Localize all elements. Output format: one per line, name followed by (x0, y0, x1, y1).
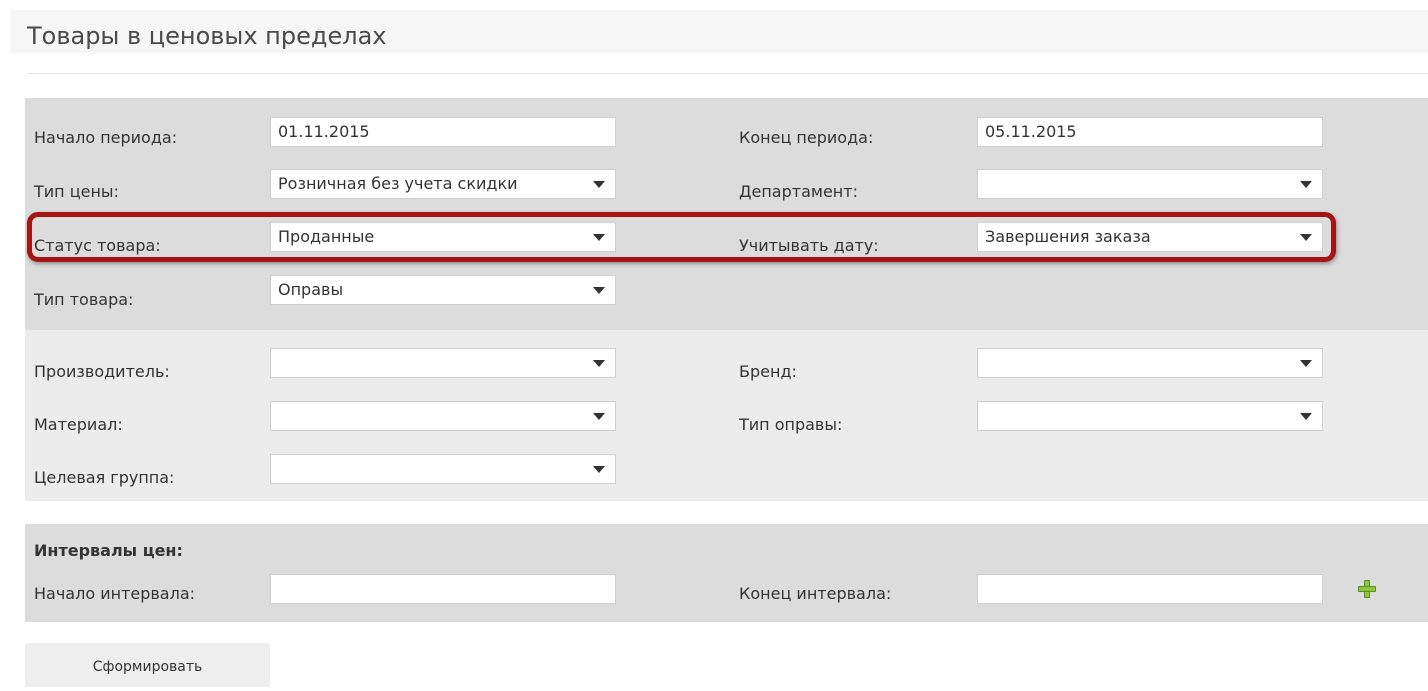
product-type-select[interactable]: Оправы (270, 275, 616, 305)
plus-icon[interactable] (1357, 579, 1377, 599)
brand-select[interactable] (977, 348, 1323, 378)
period-start-label: Начало периода: (34, 128, 178, 147)
period-end-value: 05.11.2015 (985, 122, 1077, 141)
frame-type-label: Тип оправы: (739, 415, 843, 434)
department-label: Департамент: (739, 182, 858, 201)
material-label: Материал: (34, 415, 123, 434)
price-type-select[interactable]: Розничная без учета скидки (270, 169, 616, 199)
chevron-down-icon (593, 466, 605, 473)
interval-start-label: Начало интервала: (34, 584, 196, 603)
generate-button[interactable]: Сформировать (25, 643, 270, 687)
period-start-input[interactable]: 01.11.2015 (270, 117, 616, 147)
interval-end-label: Конец интервала: (739, 584, 892, 603)
target-group-label: Целевая группа: (34, 468, 175, 487)
divider (28, 73, 1428, 74)
period-end-input[interactable]: 05.11.2015 (977, 117, 1323, 147)
period-start-value: 01.11.2015 (278, 122, 370, 141)
chevron-down-icon (1300, 181, 1312, 188)
product-type-label: Тип товара: (34, 290, 134, 309)
page-title: Товары в ценовых пределах (27, 22, 387, 50)
chevron-down-icon (1300, 360, 1312, 367)
manufacturer-label: Производитель: (34, 362, 170, 381)
material-select[interactable] (270, 401, 616, 431)
price-type-label: Тип цены: (34, 182, 119, 201)
chevron-down-icon (593, 287, 605, 294)
target-group-select[interactable] (270, 454, 616, 484)
manufacturer-select[interactable] (270, 348, 616, 378)
chevron-down-icon (593, 413, 605, 420)
chevron-down-icon (593, 181, 605, 188)
department-select[interactable] (977, 169, 1323, 199)
brand-label: Бренд: (739, 362, 797, 381)
price-intervals-panel (25, 524, 1428, 622)
product-type-value: Оправы (278, 280, 344, 299)
price-type-value: Розничная без учета скидки (278, 174, 518, 193)
price-intervals-heading: Интервалы цен: (34, 541, 183, 560)
interval-start-input[interactable] (270, 574, 616, 604)
chevron-down-icon (1300, 413, 1312, 420)
frame-type-select[interactable] (977, 401, 1323, 431)
interval-end-input[interactable] (977, 574, 1323, 604)
period-end-label: Конец периода: (739, 128, 874, 147)
chevron-down-icon (593, 360, 605, 367)
highlight-frame (27, 212, 1336, 262)
